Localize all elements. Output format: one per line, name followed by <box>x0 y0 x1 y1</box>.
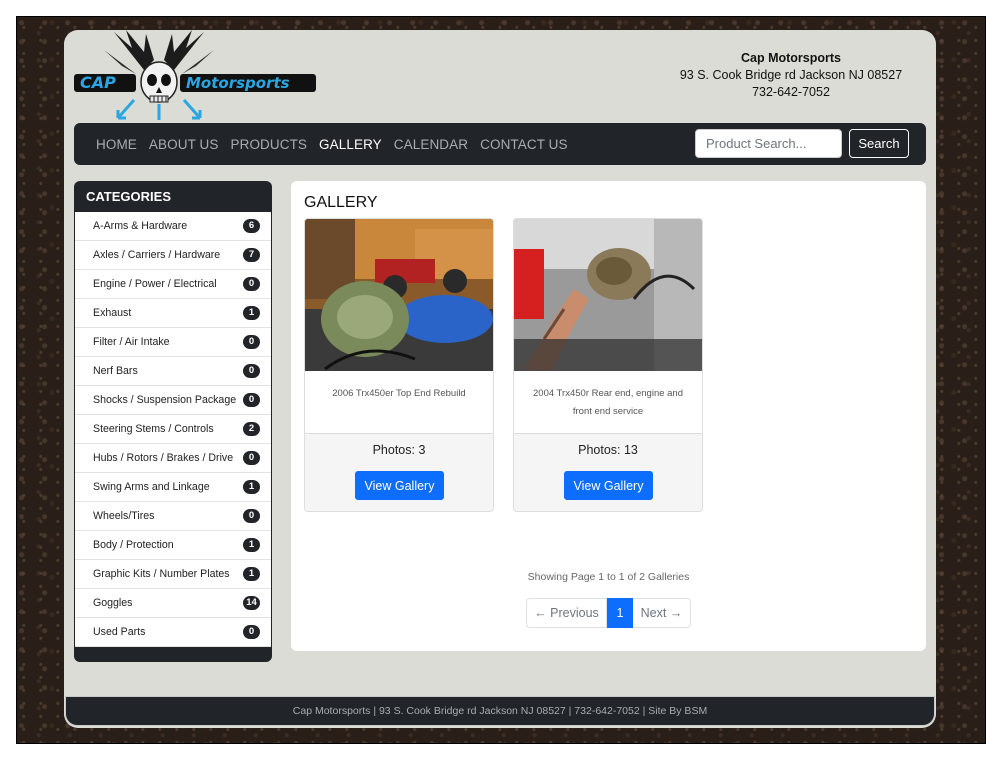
category-label: Hubs / Rotors / Brakes / Drive <box>93 452 234 464</box>
category-item[interactable]: Used Parts 0 <box>75 618 271 647</box>
product-search-input[interactable] <box>695 129 842 158</box>
category-item[interactable]: Wheels/Tires 0 <box>75 502 271 531</box>
category-label: Used Parts <box>93 626 146 638</box>
category-label: Nerf Bars <box>93 365 138 377</box>
card-footer: Photos: 3 View Gallery <box>305 433 493 511</box>
category-count-badge: 14 <box>243 596 260 610</box>
category-item[interactable]: Body / Protection 1 <box>75 531 271 560</box>
category-label: Swing Arms and Linkage <box>93 481 210 493</box>
category-label: Body / Protection <box>93 539 174 551</box>
category-label: Shocks / Suspension Package <box>93 394 237 406</box>
nav-gallery[interactable]: GALLERY <box>319 137 382 152</box>
logo-text-right: Motorsports <box>186 74 290 92</box>
page-title: GALLERY <box>304 194 378 211</box>
category-item[interactable]: Hubs / Rotors / Brakes / Drive 0 <box>75 444 271 473</box>
next-page-button[interactable]: Next → <box>633 598 691 628</box>
nav-home[interactable]: HOME <box>96 137 137 152</box>
photo-count: Photos: 3 <box>372 443 426 457</box>
category-label: Wheels/Tires <box>93 510 155 522</box>
logo-text-left: CAP <box>80 73 116 92</box>
category-count-badge: 2 <box>243 422 260 436</box>
category-item[interactable]: Exhaust 1 <box>75 299 271 328</box>
site-footer: Cap Motorsports | 93 S. Cook Bridge rd J… <box>65 696 935 726</box>
category-count-badge: 6 <box>243 219 260 233</box>
gallery-caption: 2004 Trx450r Rear end, engine and front … <box>533 388 683 417</box>
category-count-badge: 1 <box>243 538 260 552</box>
view-gallery-button[interactable]: View Gallery <box>564 471 653 500</box>
category-label: Axles / Carriers / Hardware <box>93 249 221 261</box>
pagination-summary: Showing Page 1 to 1 of 2 Galleries <box>527 571 690 583</box>
pagination: ← Previous 1 Next → <box>526 598 691 628</box>
category-count-badge: 0 <box>243 364 260 378</box>
search-button[interactable]: Search <box>849 129 909 158</box>
category-count-badge: 0 <box>243 625 260 639</box>
category-label: Graphic Kits / Number Plates <box>93 568 230 580</box>
category-item[interactable]: Swing Arms and Linkage 1 <box>75 473 271 502</box>
category-label: Exhaust <box>93 307 132 319</box>
business-phone: 732-642-7052 <box>752 85 830 99</box>
category-item[interactable]: Goggles 14 <box>75 589 271 618</box>
category-count-badge: 7 <box>243 248 260 262</box>
category-count-badge: 0 <box>243 451 260 465</box>
page-1-button[interactable]: 1 <box>607 598 633 628</box>
category-count-badge: 0 <box>243 277 260 291</box>
main-navbar: HOME ABOUT US PRODUCTS GALLERY CALENDAR … <box>74 123 926 165</box>
category-item[interactable]: Filter / Air Intake 0 <box>75 328 271 357</box>
category-count-badge: 0 <box>243 509 260 523</box>
category-label: Filter / Air Intake <box>93 336 170 348</box>
category-item[interactable]: A-Arms & Hardware 6 <box>75 212 271 241</box>
view-gallery-button[interactable]: View Gallery <box>355 471 444 500</box>
category-label: Steering Stems / Controls <box>93 423 214 435</box>
gallery-panel: GALLERY 2006 Trx450er Top End Rebuild Ph… <box>291 181 926 651</box>
previous-page-button[interactable]: ← Previous <box>526 598 607 628</box>
gallery-card: 2006 Trx450er Top End Rebuild Photos: 3 … <box>304 218 494 512</box>
category-count-badge: 0 <box>243 335 260 349</box>
photo-count: Photos: 13 <box>578 443 638 457</box>
category-count-badge: 0 <box>243 393 260 407</box>
nav-calendar[interactable]: CALENDAR <box>394 137 468 152</box>
category-item[interactable]: Axles / Carriers / Hardware 7 <box>75 241 271 270</box>
category-item[interactable]: Nerf Bars 0 <box>75 357 271 386</box>
nav-contact-us[interactable]: CONTACT US <box>480 137 568 152</box>
categories-sidebar: CATEGORIES A-Arms & Hardware 6 Axles / Car… <box>74 181 272 662</box>
category-count-badge: 1 <box>243 480 260 494</box>
category-label: A-Arms & Hardware <box>93 220 188 232</box>
category-label: Engine / Power / Electrical <box>93 278 217 290</box>
categories-title: CATEGORIES <box>86 189 171 204</box>
nav-menu: HOME ABOUT US PRODUCTS GALLERY CALENDAR … <box>96 123 568 165</box>
category-label: Goggles <box>93 597 133 609</box>
gallery-thumbnail[interactable] <box>514 219 702 371</box>
nav-products[interactable]: PRODUCTS <box>230 137 307 152</box>
card-footer: Photos: 13 View Gallery <box>514 433 702 511</box>
skull-logo-icon: CAP Motorsports <box>74 30 316 120</box>
gallery-thumbnail[interactable] <box>305 219 493 371</box>
site-logo[interactable]: CAP Motorsports <box>74 30 318 122</box>
contact-info: Cap Motorsports 93 S. Cook Bridge rd Jac… <box>660 50 922 101</box>
category-count-badge: 1 <box>243 567 260 581</box>
category-item[interactable]: Engine / Power / Electrical 0 <box>75 270 271 299</box>
business-name: Cap Motorsports <box>741 51 841 65</box>
category-count-badge: 1 <box>243 306 260 320</box>
category-list: A-Arms & Hardware 6 Axles / Carriers / Har… <box>75 212 271 647</box>
nav-about-us[interactable]: ABOUT US <box>149 137 219 152</box>
category-item[interactable]: Steering Stems / Controls 2 <box>75 415 271 444</box>
business-address: 93 S. Cook Bridge rd Jackson NJ 08527 <box>679 68 903 82</box>
category-item[interactable]: Graphic Kits / Number Plates 1 <box>75 560 271 589</box>
gallery-card: 2004 Trx450r Rear end, engine and front … <box>513 218 703 512</box>
gallery-caption: 2006 Trx450er Top End Rebuild <box>332 388 466 399</box>
category-item[interactable]: Shocks / Suspension Package 0 <box>75 386 271 415</box>
